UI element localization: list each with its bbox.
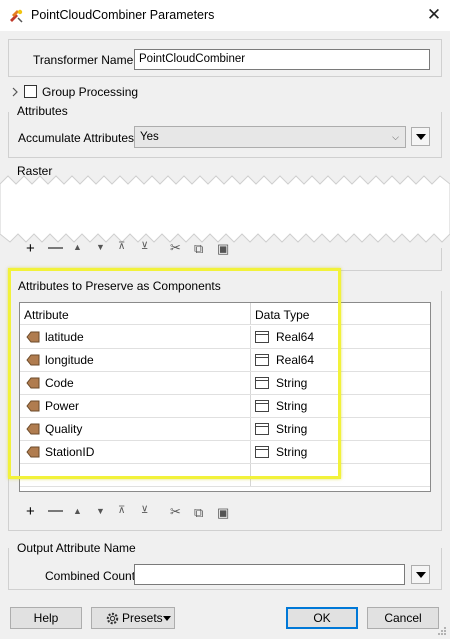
combined-count-input[interactable]: [134, 564, 405, 585]
paste-icon[interactable]: ▣: [217, 505, 229, 521]
help-button[interactable]: Help: [10, 607, 82, 629]
output-section-title: Output Attribute Name: [17, 541, 136, 555]
cancel-button[interactable]: Cancel: [367, 607, 439, 629]
cut-icon[interactable]: ✂: [170, 240, 181, 256]
presets-label: Presets: [122, 611, 163, 625]
accumulate-options-button[interactable]: [411, 127, 430, 146]
chevron-right-icon[interactable]: [11, 86, 19, 98]
move-top-icon[interactable]: ⊼: [118, 505, 125, 516]
transformer-name-label: Transformer Name:: [33, 53, 137, 67]
close-icon[interactable]: ✕: [424, 4, 444, 26]
combined-count-options-button[interactable]: [411, 565, 430, 584]
chevron-down-icon: ⌵: [392, 132, 399, 142]
accumulate-attributes-select[interactable]: Yes ⌵: [134, 126, 406, 148]
dropdown-icon: [416, 572, 426, 578]
fme-app-icon: [10, 9, 23, 23]
accumulate-attributes-value: Yes: [140, 131, 159, 143]
move-down-icon[interactable]: ▼: [96, 506, 105, 516]
add-icon[interactable]: +: [26, 240, 35, 257]
window-title: PointCloudCombiner Parameters: [31, 8, 215, 22]
remove-icon[interactable]: —: [48, 502, 63, 519]
accumulate-attributes-label: Accumulate Attributes:: [18, 131, 138, 145]
copy-icon[interactable]: ⧉: [194, 505, 203, 521]
components-toolbar: + — ▲ ▼ ⊼ ⊻ ✂ ⧉ ▣: [0, 500, 450, 526]
dropdown-icon: [163, 616, 171, 621]
resize-grip-icon[interactable]: [437, 626, 447, 636]
attributes-section-title: Attributes: [17, 104, 68, 118]
move-bottom-icon[interactable]: ⊻: [141, 241, 148, 252]
raster-toolbar: + — ▲ ▼ ⊼ ⊻ ✂ ⧉ ▣: [0, 236, 450, 272]
highlight-frame: [8, 268, 341, 479]
presets-button[interactable]: Presets: [91, 607, 175, 629]
copy-icon[interactable]: ⧉: [194, 241, 203, 257]
title-bar: PointCloudCombiner Parameters ✕: [0, 0, 450, 31]
move-up-icon[interactable]: ▲: [73, 506, 82, 516]
paste-icon[interactable]: ▣: [217, 241, 229, 257]
move-top-icon[interactable]: ⊼: [118, 241, 125, 252]
gear-icon: [106, 612, 119, 625]
components-section-title: Attributes to Preserve as Components: [17, 279, 222, 293]
remove-icon[interactable]: —: [48, 239, 63, 256]
dropdown-icon: [416, 134, 426, 140]
cut-icon[interactable]: ✂: [170, 504, 181, 520]
move-down-icon[interactable]: ▼: [96, 242, 105, 252]
raster-group-edge: [441, 248, 442, 270]
transformer-name-input[interactable]: PointCloudCombiner: [134, 49, 430, 70]
move-up-icon[interactable]: ▲: [73, 242, 82, 252]
move-bottom-icon[interactable]: ⊻: [141, 505, 148, 516]
ok-button[interactable]: OK: [286, 607, 358, 629]
group-processing-checkbox[interactable]: [24, 85, 37, 98]
group-processing-label: Group Processing: [42, 85, 139, 99]
add-icon[interactable]: +: [26, 503, 35, 520]
combined-count-label: Combined Count:: [45, 569, 139, 583]
